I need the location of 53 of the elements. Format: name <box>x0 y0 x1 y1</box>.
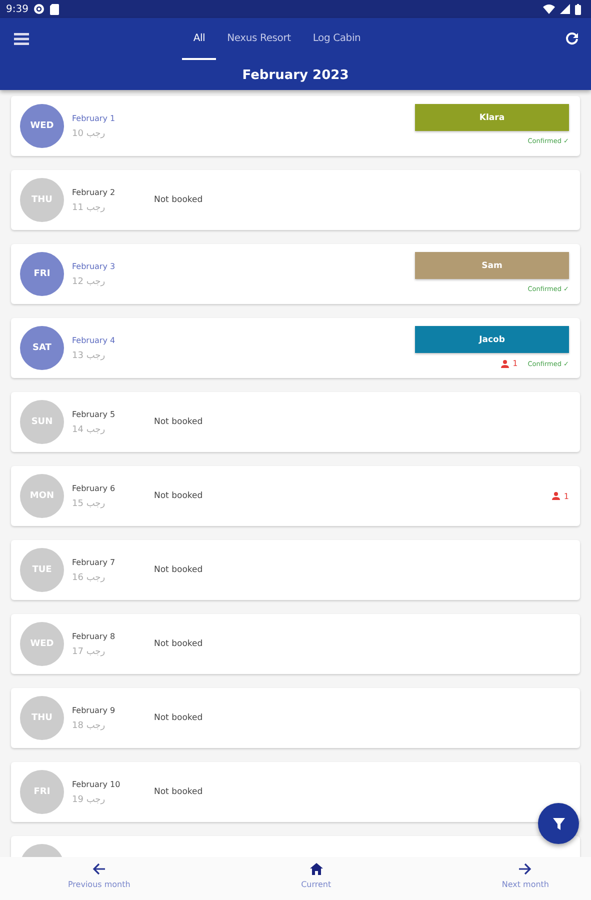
tab[interactable]: All <box>182 18 216 60</box>
arrow-left-icon <box>92 863 106 875</box>
date-label: February 6 <box>72 484 116 492</box>
hijri-date: 18 رجب <box>72 720 106 730</box>
weekday-badge: SAT <box>20 326 64 370</box>
arrow-right-icon <box>518 863 532 875</box>
hijri-date: 12 رجب <box>72 276 106 286</box>
nav-button[interactable]: Next month <box>502 857 549 900</box>
date-label: February 7 <box>72 558 116 566</box>
date-label: February 5 <box>72 410 116 418</box>
tab[interactable]: Nexus Resort <box>216 18 302 60</box>
date-label: February 3 <box>72 262 116 270</box>
booking-status: Not booked <box>154 417 203 427</box>
guest-count: 1 <box>512 359 518 368</box>
booking-status: Not booked <box>154 195 203 205</box>
sd-card-icon <box>50 4 60 14</box>
guest-count: 1 <box>564 492 569 500</box>
booking-status: Not booked <box>154 491 203 501</box>
battery-icon <box>575 4 581 14</box>
booking-status: Not booked <box>154 565 203 575</box>
person-icon <box>500 360 509 368</box>
date-label: February 4 <box>72 336 116 344</box>
nav-button[interactable]: Previous month <box>68 857 130 900</box>
status-time: 9:39 <box>6 4 28 14</box>
hijri-date: 17 رجب <box>72 646 106 656</box>
booking-status: Not booked <box>154 639 203 649</box>
filter-icon <box>552 818 564 830</box>
hijri-date: 11 رجب <box>72 202 106 212</box>
home-icon <box>310 863 323 875</box>
booking-button[interactable]: Jacob <box>415 326 569 353</box>
signal-icon <box>560 4 570 14</box>
booking-status: Not booked <box>154 713 203 723</box>
date-label: February 1 <box>72 114 116 122</box>
hijri-date: 10 رجب <box>72 128 106 138</box>
booking-status: Not booked <box>154 787 203 797</box>
nav-button[interactable]: Current <box>301 857 332 900</box>
date-label: February 9 <box>72 706 116 714</box>
person-icon <box>552 492 560 500</box>
hijri-date: 14 رجب <box>72 424 106 434</box>
wifi-icon <box>543 4 555 14</box>
hijri-date: 19 رجب <box>72 794 106 804</box>
date-label: February 10 <box>72 780 122 788</box>
weekday-badge: WED <box>20 104 64 148</box>
date-label: February 2 <box>72 188 116 196</box>
hijri-date: 13 رجب <box>72 350 106 360</box>
weekday-badge: FRI <box>20 252 64 296</box>
tab[interactable]: Log Cabin <box>302 18 372 60</box>
hijri-date: 15 رجب <box>72 498 106 508</box>
month-title: February 2023 <box>241 67 350 83</box>
menu-icon[interactable] <box>14 33 29 45</box>
refresh-icon[interactable] <box>565 32 579 46</box>
date-label: February 8 <box>72 632 116 640</box>
hijri-date: 16 رجب <box>72 572 106 582</box>
